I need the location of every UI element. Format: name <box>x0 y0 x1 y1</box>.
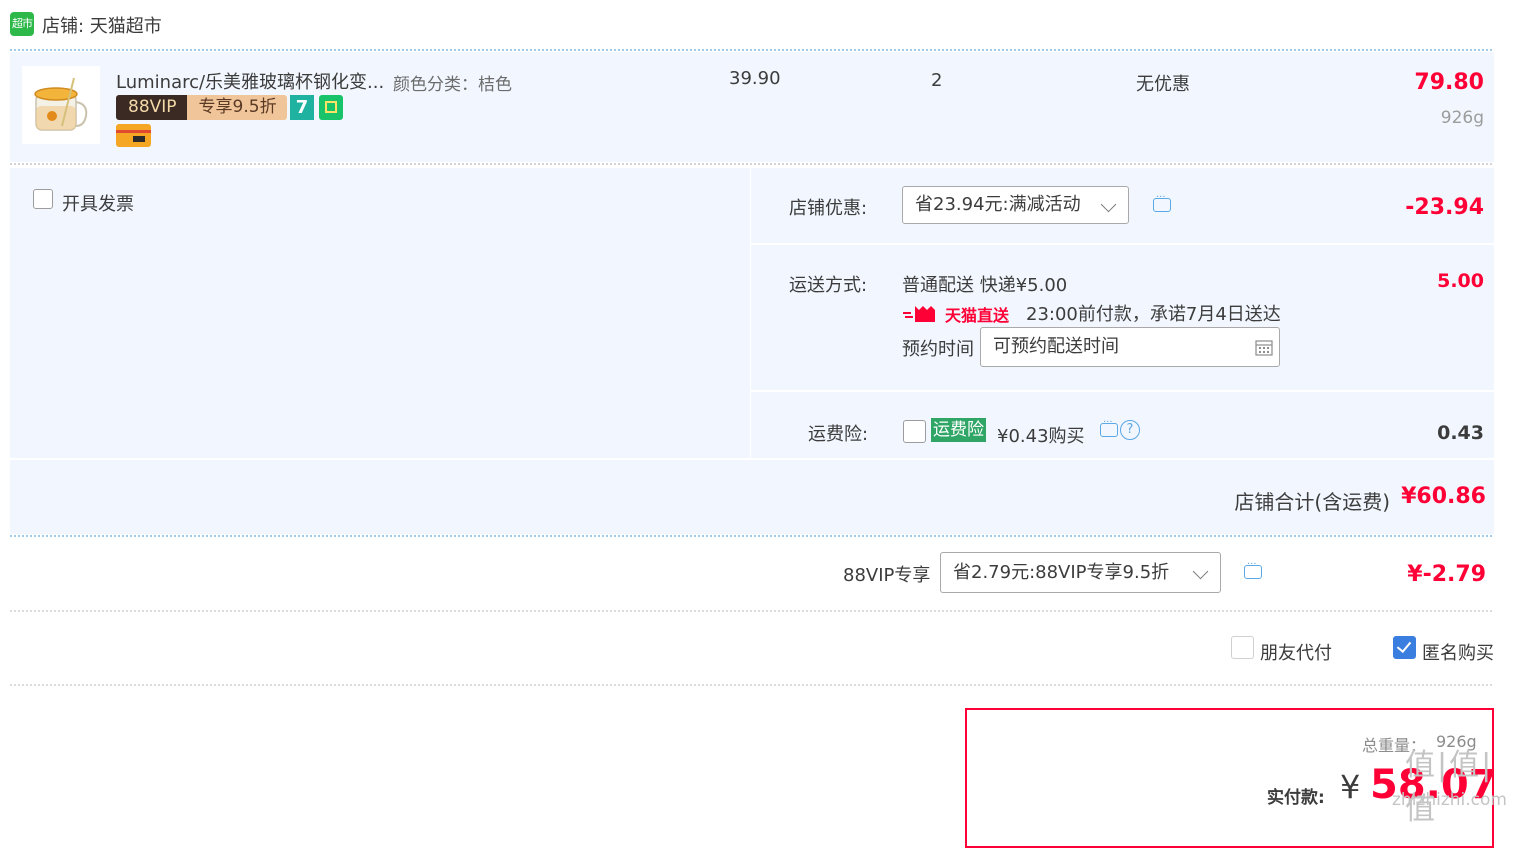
shop-discount-amount: -23.94 <box>1405 195 1484 220</box>
pay-label: 实付款: <box>1267 788 1325 808</box>
vip-tag-discount: 专享9.5折 <box>186 95 287 120</box>
shipping-method: 普通配送 快递¥5.00 <box>902 275 1068 296</box>
anonymous-checkbox[interactable] <box>1393 636 1416 659</box>
tmall-delivery-icon <box>903 306 935 322</box>
row-divider <box>751 390 1494 392</box>
shipping-label: 运送方式: <box>789 275 868 296</box>
invoice-checkbox[interactable] <box>33 189 53 209</box>
panel-divider <box>750 168 751 458</box>
anonymous-label: 匿名购买 <box>1422 643 1494 664</box>
quantity: 2 <box>931 70 943 91</box>
chat-bubble-icon[interactable] <box>1244 559 1262 579</box>
vip-tag-label: 88VIP <box>116 95 187 120</box>
reserve-time-label: 预约时间 <box>902 339 974 360</box>
insurance-label: 运费险: <box>808 424 869 445</box>
mug-image-icon <box>34 77 88 131</box>
shop-total-amount: ¥60.86 <box>1401 484 1486 509</box>
pay-currency: ¥ <box>1340 768 1361 806</box>
shop-discount-selected: 省23.94元:满减活动 <box>915 194 1081 215</box>
vip-discount-amount: ¥-2.79 <box>1407 562 1486 587</box>
reserve-time-input[interactable]: 可预约配送时间 <box>980 327 1280 367</box>
vip-discount-selected: 省2.79元:88VIP专享9.5折 <box>953 562 1170 583</box>
reserve-time-placeholder: 可预约配送时间 <box>993 336 1119 357</box>
shop-discount-select[interactable]: 省23.94元:满减活动 <box>902 186 1129 224</box>
friend-pay-label: 朋友代付 <box>1260 643 1332 664</box>
vip-discount-select[interactable]: 省2.79元:88VIP专享9.5折 <box>940 552 1221 593</box>
divider <box>10 610 1494 612</box>
product-thumbnail[interactable] <box>22 66 100 144</box>
row-divider <box>751 243 1494 245</box>
delivery-promise: 23:00前付款，承诺7月4日送达 <box>1026 304 1281 325</box>
chat-bubble-icon[interactable] <box>1100 417 1118 437</box>
divider <box>10 163 1494 165</box>
shop-type-icon: 超市 <box>10 12 34 36</box>
item-subtotal: 79.80 <box>1414 70 1484 95</box>
vip-discount-tag: 88VIP 专享9.5折 <box>116 95 287 120</box>
product-title[interactable]: Luminarc/乐美雅玻璃杯钢化变... <box>116 68 384 94</box>
divider <box>10 684 1494 686</box>
shop-total-label: 店铺合计(含运费) <box>1234 490 1390 514</box>
shop-name[interactable]: 店铺: 天猫超市 <box>42 12 162 38</box>
divider <box>10 535 1494 537</box>
unit-price: 39.90 <box>729 68 781 89</box>
insurance-checkbox[interactable] <box>903 420 926 443</box>
watermark-url: zhizhizhi.com <box>1392 790 1507 810</box>
service-guarantee-icon <box>319 95 343 120</box>
shipping-amount: 5.00 <box>1437 270 1484 292</box>
chevron-down-icon <box>1100 196 1117 213</box>
insurance-amount: 0.43 <box>1437 422 1484 444</box>
invoice-label: 开具发票 <box>62 194 134 215</box>
product-attribute: 颜色分类：桔色 <box>393 75 512 95</box>
friend-pay-checkbox[interactable] <box>1231 636 1254 659</box>
calendar-icon[interactable] <box>1255 339 1273 356</box>
watermark: 值|值|值 <box>1405 748 1494 827</box>
insurance-tag: 运费险 <box>931 418 986 442</box>
shop-discount-label: 店铺优惠: <box>789 198 868 219</box>
tmall-direct-label: 天猫直送 <box>945 306 1010 325</box>
chevron-down-icon <box>1192 563 1209 580</box>
vip-discount-label: 88VIP专享 <box>843 565 931 586</box>
divider <box>10 49 1494 51</box>
insurance-price: ¥0.43购买 <box>997 426 1085 447</box>
seven-day-return-icon: 7 <box>290 95 314 120</box>
chat-bubble-icon[interactable] <box>1153 192 1171 212</box>
item-weight: 926g <box>1440 108 1484 128</box>
credit-card-icon <box>116 124 151 147</box>
help-icon[interactable]: ? <box>1120 420 1140 440</box>
item-promotion: 无优惠 <box>1136 74 1190 95</box>
